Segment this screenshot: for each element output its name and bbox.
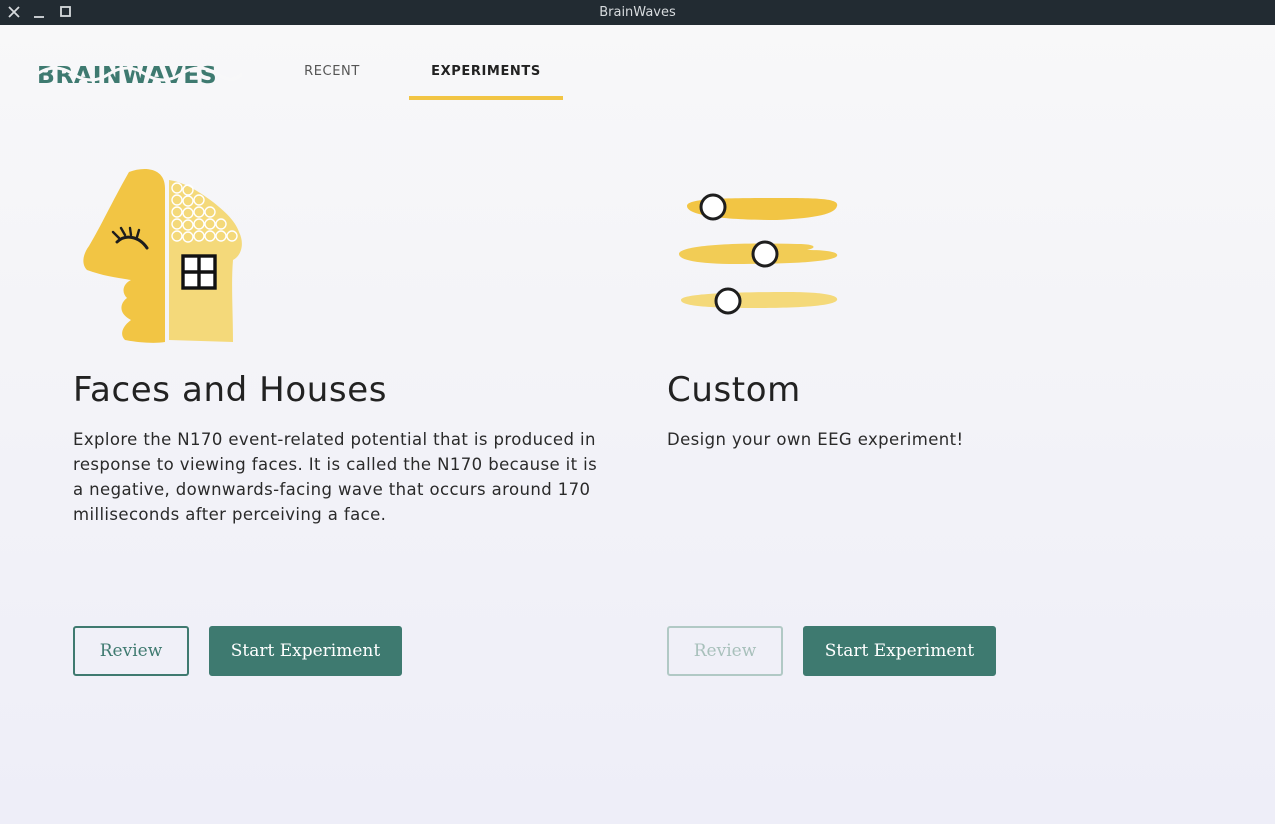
start-experiment-button[interactable]: Start Experiment [803,626,996,676]
faces-houses-icon [73,160,273,350]
experiment-card-faces-houses: Faces and Houses Explore the N170 event-… [73,160,633,680]
tab-recent[interactable]: RECENT [282,64,382,100]
experiment-title: Faces and Houses [73,370,388,410]
logo-wordmark: BRAINWAVES [37,61,217,88]
experiment-description: Design your own EEG experiment! [667,430,964,449]
brainwaves-logo[interactable]: BRAINWAVES [37,61,242,88]
start-experiment-button[interactable]: Start Experiment [209,626,402,676]
experiment-title: Custom [667,370,801,410]
tab-recent-label: RECENT [304,64,360,79]
experiment-card-custom: Custom Design your own EEG experiment! R… [667,160,1227,680]
window-title: BrainWaves [599,5,676,20]
review-button[interactable]: Review [667,626,783,676]
active-tab-indicator [409,96,563,100]
sliders-icon [667,160,867,350]
tab-experiments-label: EXPERIMENTS [431,64,541,79]
experiment-description: Explore the N170 event-related potential… [73,430,598,524]
tab-experiments[interactable]: EXPERIMENTS [409,64,563,100]
window-titlebar: BrainWaves [0,0,1275,25]
review-button[interactable]: Review [73,626,189,676]
